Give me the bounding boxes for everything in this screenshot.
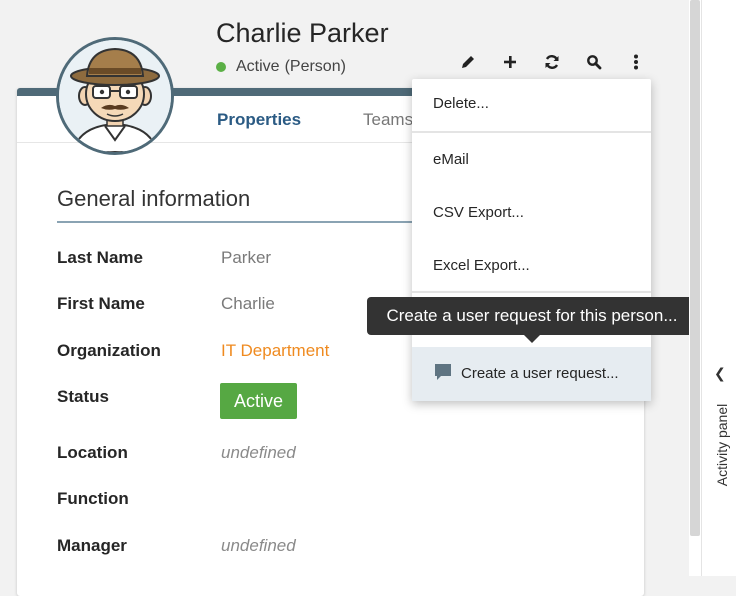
activity-panel[interactable]: ❮ Activity panel xyxy=(701,0,736,576)
search-icon[interactable] xyxy=(573,50,615,74)
menu-divider xyxy=(412,291,651,293)
location-label: Location xyxy=(57,443,128,462)
first-name-value: Charlie xyxy=(221,294,275,313)
activity-panel-label: Activity panel xyxy=(714,403,730,487)
first-name-label: First Name xyxy=(57,294,145,313)
menu-item-excel-export[interactable]: Excel Export... xyxy=(412,239,651,291)
chevron-left-icon[interactable]: ❮ xyxy=(714,365,726,382)
section-title: General information xyxy=(57,186,251,211)
status-text: Active xyxy=(236,58,280,75)
class-text: (Person) xyxy=(284,58,346,75)
menu-item-excel-export-label: Excel Export... xyxy=(433,257,530,274)
tab-teams[interactable]: Teams xyxy=(363,110,413,130)
last-name-value: Parker xyxy=(221,248,272,267)
tooltip-arrow xyxy=(524,335,540,343)
plus-icon[interactable] xyxy=(489,50,531,74)
tooltip: Create a user request for this person... xyxy=(367,297,697,335)
pencil-icon[interactable] xyxy=(447,50,489,74)
scrollbar-thumb[interactable] xyxy=(690,0,700,536)
menu-item-create-user-request-label: Create a user request... xyxy=(461,365,619,382)
menu-item-csv-export-label: CSV Export... xyxy=(433,204,524,221)
refresh-icon[interactable] xyxy=(531,50,573,74)
more-vertical-icon[interactable] xyxy=(615,50,657,74)
status-badge: Active xyxy=(220,383,297,419)
manager-label: Manager xyxy=(57,536,127,555)
function-label: Function xyxy=(57,489,129,508)
avatar xyxy=(56,37,174,155)
menu-item-csv-export[interactable]: CSV Export... xyxy=(412,186,651,239)
toolbar xyxy=(447,50,657,74)
manager-value: undefined xyxy=(221,536,296,555)
tab-properties[interactable]: Properties xyxy=(217,110,301,130)
menu-item-email[interactable]: eMail xyxy=(412,133,651,186)
menu-item-create-user-request[interactable]: Create a user request... xyxy=(412,347,651,401)
location-value: undefined xyxy=(221,443,296,462)
status-line: Active (Person) xyxy=(216,58,346,76)
menu-item-delete[interactable]: Delete... xyxy=(412,79,651,131)
person-name: Charlie Parker xyxy=(216,18,389,48)
comment-icon xyxy=(435,364,451,380)
section-divider xyxy=(57,221,417,223)
status-label: Status xyxy=(57,387,109,406)
organization-label: Organization xyxy=(57,341,161,360)
organization-link[interactable]: IT Department xyxy=(221,341,329,361)
actions-dropdown-menu: Delete... eMail CSV Export... Excel Expo… xyxy=(412,79,651,401)
menu-item-delete-label: Delete... xyxy=(433,95,489,112)
menu-item-email-label: eMail xyxy=(433,151,469,168)
status-dot-icon xyxy=(216,62,226,72)
last-name-label: Last Name xyxy=(57,248,143,267)
